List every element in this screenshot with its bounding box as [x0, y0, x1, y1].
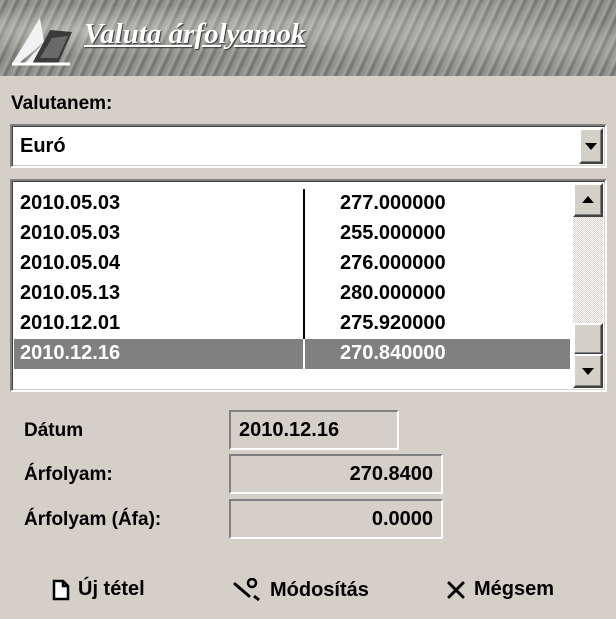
close-icon [447, 581, 465, 598]
new-item-label: Új tétel [78, 578, 145, 600]
column-divider [303, 189, 305, 219]
currency-dropdown-button[interactable] [579, 128, 603, 164]
header-banner: Valuta árfolyamok [0, 0, 616, 76]
rate-value-cell: 275.920000 [340, 312, 446, 334]
rate-date-cell: 2010.12.01 [20, 312, 121, 334]
vat-rate-field[interactable]: 0.0000 [229, 499, 443, 539]
rate-value-cell: 276.000000 [340, 252, 446, 274]
list-item[interactable]: 2010.05.04 276.000000 [14, 249, 570, 279]
new-document-icon [52, 579, 70, 600]
rate-label: Árfolyam: [24, 464, 113, 485]
rate-date-cell: 2010.05.03 [20, 192, 121, 214]
date-label: Dátum [24, 420, 84, 441]
scroll-thumb[interactable] [573, 323, 603, 355]
date-value: 2010.12.16 [239, 419, 340, 441]
scroll-up-button[interactable] [573, 183, 603, 217]
rate-value-cell: 280.000000 [340, 282, 446, 304]
column-divider [303, 249, 305, 279]
rate-date-cell: 2010.05.03 [20, 222, 121, 244]
modify-button[interactable]: Módosítás [232, 578, 369, 602]
column-divider [303, 339, 305, 369]
book-logo-icon [12, 18, 72, 66]
rate-date-cell: 2010.05.04 [20, 252, 121, 274]
rate-value-cell: 277.000000 [340, 192, 446, 214]
rate-field[interactable]: 270.8400 [229, 454, 443, 494]
scroll-up-icon [582, 196, 594, 203]
column-divider [303, 279, 305, 309]
rate-value-cell: 255.000000 [340, 222, 446, 244]
column-divider [303, 219, 305, 249]
currency-label: Valutanem: [11, 93, 113, 114]
list-item[interactable]: 2010.05.13 280.000000 [14, 279, 570, 309]
date-field[interactable]: 2010.12.16 [229, 410, 399, 450]
vat-rate-label: Árfolyam (Áfa): [24, 509, 162, 530]
wrench-icon [233, 578, 260, 602]
page-title: Valuta árfolyamok [84, 18, 306, 50]
rates-scrollbar[interactable] [573, 183, 603, 388]
list-item[interactable]: 2010.05.03 277.000000 [14, 189, 570, 219]
column-divider [303, 309, 305, 339]
currency-select-value: Euró [20, 135, 66, 157]
list-item[interactable]: 2010.12.01 275.920000 [14, 309, 570, 339]
list-item[interactable]: 2010.05.03 255.000000 [14, 219, 570, 249]
cancel-label: Mégsem [474, 578, 555, 600]
rate-value-cell: 270.840000 [340, 342, 446, 364]
rates-list[interactable]: 2010.05.03 277.000000 2010.05.03 255.000000… [10, 179, 607, 392]
list-item[interactable]: 2010.12.16 270.840000 [14, 339, 570, 369]
rate-date-cell: 2010.05.13 [20, 282, 121, 304]
rate-date-cell: 2010.12.16 [20, 342, 121, 364]
cancel-button[interactable]: Mégsem [446, 578, 554, 601]
chevron-down-icon [585, 143, 597, 150]
scroll-down-button[interactable] [573, 354, 603, 388]
rates-rows: 2010.05.03 277.000000 2010.05.03 255.000000… [14, 189, 570, 369]
rate-value: 270.8400 [349, 463, 433, 485]
modify-label: Módosítás [270, 578, 369, 601]
currency-select[interactable]: Euró [10, 124, 607, 168]
new-item-button[interactable]: Új tétel [52, 578, 145, 601]
vat-rate-value: 0.0000 [371, 508, 433, 530]
scroll-down-icon [582, 368, 594, 375]
